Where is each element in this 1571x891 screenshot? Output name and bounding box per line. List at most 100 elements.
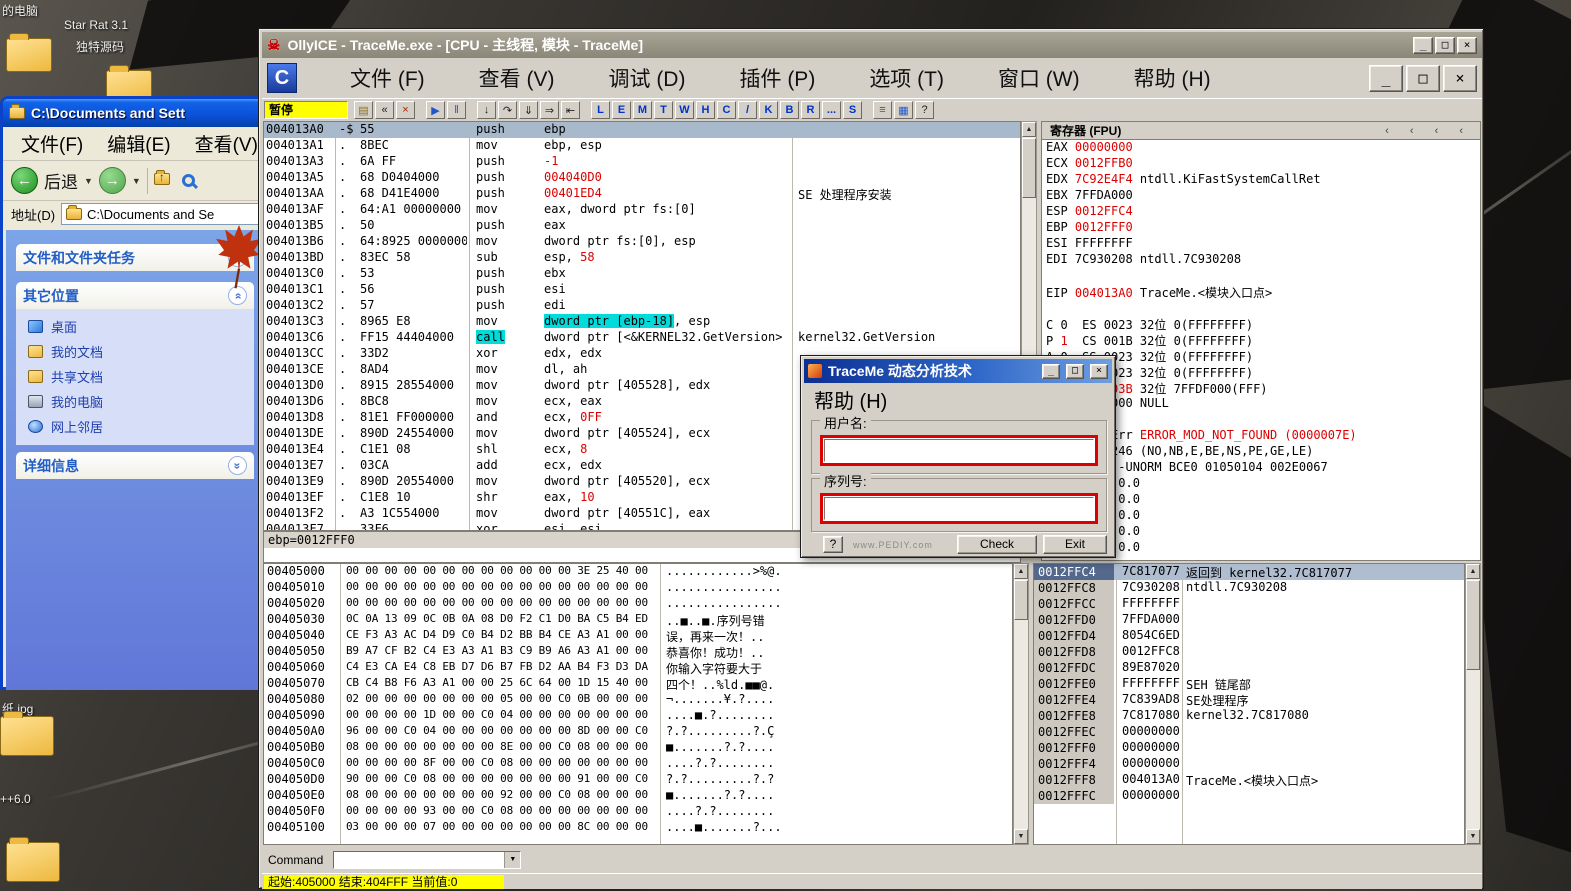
stack-scrollbar[interactable]: ▲ ▼ [1465, 563, 1481, 845]
disasm-row[interactable]: 004013A0 -$ 55 push ebp [264, 122, 1020, 138]
explorer-place-item[interactable]: 桌面 [28, 314, 254, 339]
toolbar-letter-button[interactable]: K [759, 101, 778, 119]
disasm-row[interactable]: 004013AA. 68 D41E4000 push 00401ED4 SE 处理程序安… [264, 186, 1020, 202]
disasm-row[interactable]: 004013A3. 6A FF push -1 [264, 154, 1020, 170]
trace-into-icon[interactable]: ⇓ [519, 101, 538, 119]
toolbar-letter-button[interactable]: T [654, 101, 673, 119]
desktop-icon-label[interactable]: 的电脑 [2, 2, 38, 19]
disasm-row[interactable]: 004013B6. 64:8925 00000000 mov dword ptr fs… [264, 234, 1020, 250]
stack-row[interactable]: 0012FFD4 8054C6ED [1034, 628, 1464, 644]
minimize-button[interactable]: _ [1413, 36, 1433, 54]
pane-chevrons-icon[interactable]: ‹ ‹ ‹ ‹ [1385, 125, 1472, 137]
stack-row[interactable]: 0012FFE4 7C839AD8 SE处理程序 [1034, 692, 1464, 708]
explorer-place-item[interactable]: 我的文档 [28, 339, 254, 364]
child-close-button[interactable]: × [1443, 64, 1477, 92]
help-menu-item[interactable]: 帮助 (H) [814, 385, 887, 414]
stack-row[interactable]: 0012FFF4 00000000 [1034, 756, 1464, 772]
stack-row[interactable]: 0012FFD0 7FFDA000 [1034, 612, 1464, 628]
toolbar-letter-button[interactable]: S [843, 101, 862, 119]
panels-icon[interactable]: ≡ [873, 101, 892, 119]
step-over-icon[interactable]: ↷ [498, 101, 517, 119]
dump-row[interactable]: 00405070 CB C4 B8 F6 A3 A1 00 00 25 6C 64… [264, 676, 1012, 692]
ollyice-titlebar[interactable]: ☠ OllyICE - TraceMe.exe - [CPU - 主线程, 模块… [262, 32, 1482, 58]
close-button[interactable]: × [1457, 36, 1477, 54]
open-file-icon[interactable]: ▤ [354, 101, 373, 119]
dump-row[interactable]: 00405000 00 00 00 00 00 00 00 00 00 00 00… [264, 564, 1012, 580]
search-icon[interactable] [181, 174, 195, 187]
toolbar-letter-button[interactable]: L [591, 101, 610, 119]
disasm-row[interactable]: 004013AF. 64:A1 00000000 mov eax, dword ptr… [264, 202, 1020, 218]
disasm-row[interactable]: 004013C3. 8965 E8 mov dword ptr [ebp-18], e… [264, 314, 1020, 330]
dump-row[interactable]: 004050C0 00 00 00 00 8F 00 00 C0 08 00 00… [264, 756, 1012, 772]
traceme-titlebar[interactable]: TraceMe 动态分析技术 _ □ × [804, 359, 1112, 383]
stack-row[interactable]: 0012FFDC 89E87020 [1034, 660, 1464, 676]
toolbar-letter-button[interactable]: W [675, 101, 694, 119]
stack-row[interactable]: 0012FFF8 004013A0 TraceMe.<模块入口点> [1034, 772, 1464, 788]
dump-scrollbar[interactable]: ▲ ▼ [1013, 563, 1029, 845]
toolbar-letter-button[interactable]: E [612, 101, 631, 119]
dump-row[interactable]: 00405020 00 00 00 00 00 00 00 00 00 00 00… [264, 596, 1012, 612]
desktop-icon-label[interactable]: 独特源码 [76, 38, 124, 55]
help-icon[interactable]: ? [915, 101, 934, 119]
chevron-down-icon[interactable]: » [228, 456, 247, 475]
trace-over-icon[interactable]: ⇒ [540, 101, 559, 119]
toolbar-letter-button[interactable]: ... [822, 101, 841, 119]
dump-row[interactable]: 00405050 B9 A7 CF B2 C4 E3 A3 A1 B3 C9 B9… [264, 644, 1012, 660]
toolbar-letter-button[interactable]: R [801, 101, 820, 119]
desktop-icon-label[interactable]: ++6.0 [0, 792, 31, 806]
dump-row[interactable]: 00405010 00 00 00 00 00 00 00 00 00 00 00… [264, 580, 1012, 596]
stack-row[interactable]: 0012FFFC 00000000 [1034, 788, 1464, 804]
until-return-icon[interactable]: ⇤ [561, 101, 580, 119]
dump-row[interactable]: 00405090 00 00 00 00 1D 00 00 C0 04 00 00… [264, 708, 1012, 724]
scroll-down-icon[interactable]: ▼ [1466, 829, 1480, 844]
toolbar-letter-button[interactable]: B [780, 101, 799, 119]
back-icon[interactable]: ← [11, 167, 38, 194]
dump-row[interactable]: 00405040 CE F3 A3 AC D4 D9 C0 B4 D2 BB B4… [264, 628, 1012, 644]
back-dropdown-icon[interactable]: ▼ [84, 176, 93, 186]
restore-button[interactable]: □ [1435, 36, 1455, 54]
back-label[interactable]: 后退 [44, 168, 78, 193]
stack-row[interactable]: 0012FFE0 FFFFFFFF SEH 链尾部 [1034, 676, 1464, 692]
stack-pane[interactable]: 0012FFC4 7C817077 返回到 kernel32.7C817077 001… [1033, 563, 1465, 845]
child-restore-button[interactable]: □ [1406, 64, 1440, 92]
forward-icon[interactable]: → [98, 167, 126, 194]
dump-row[interactable]: 00405060 C4 E3 CA E4 C8 EB D7 D6 B7 FB D2… [264, 660, 1012, 676]
check-button[interactable]: Check [957, 535, 1037, 554]
scroll-thumb[interactable] [1014, 580, 1028, 620]
folder-icon[interactable] [0, 711, 54, 756]
scroll-up-icon[interactable]: ▲ [1022, 122, 1036, 137]
scroll-thumb[interactable] [1466, 580, 1480, 670]
child-minimize-button[interactable]: _ [1369, 64, 1403, 92]
dump-row[interactable]: 004050D0 90 00 00 C0 08 00 00 00 00 00 00… [264, 772, 1012, 788]
olly-menu-item[interactable]: 调试 (D) [581, 63, 712, 93]
stack-row[interactable]: 0012FFF0 00000000 [1034, 740, 1464, 756]
dump-pane[interactable]: 00405000 00 00 00 00 00 00 00 00 00 00 00… [263, 563, 1013, 845]
stack-row[interactable]: 0012FFE8 7C817080 kernel32.7C817080 [1034, 708, 1464, 724]
scroll-down-icon[interactable]: ▼ [1014, 829, 1028, 844]
dump-row[interactable]: 00405030 0C 0A 13 09 0C 0B 0A 08 D0 F2 C1… [264, 612, 1012, 628]
disasm-row[interactable]: 004013C6. FF15 44404000 call dword ptr [<&K… [264, 330, 1020, 346]
stack-row[interactable]: 0012FFC4 7C817077 返回到 kernel32.7C817077 [1034, 564, 1464, 580]
scroll-up-icon[interactable]: ▲ [1014, 564, 1028, 579]
dump-row[interactable]: 00405100 03 00 00 00 07 00 00 00 00 00 00… [264, 820, 1012, 836]
dialog-help-button[interactable]: ? [823, 536, 843, 553]
folder-icon[interactable] [6, 837, 60, 882]
olly-menu-item[interactable]: 窗口 (W) [971, 63, 1107, 93]
grid-icon[interactable]: ▦ [894, 101, 913, 119]
stack-row[interactable]: 0012FFC8 7C930208 ntdll.7C930208 [1034, 580, 1464, 596]
close-button[interactable]: × [1090, 363, 1108, 379]
explorer-place-item[interactable]: 我的电脑 [28, 389, 254, 414]
combo-dropdown-icon[interactable]: ▼ [504, 852, 521, 868]
pause-icon[interactable]: ‖ [447, 101, 466, 119]
dump-row[interactable]: 004050F0 00 00 00 00 93 00 00 C0 08 00 00… [264, 804, 1012, 820]
step-into-icon[interactable]: ↓ [477, 101, 496, 119]
exit-button[interactable]: Exit [1043, 535, 1107, 554]
olly-menu-item[interactable]: 选项 (T) [842, 63, 971, 93]
sidebar-panel-details[interactable]: 详细信息 » [16, 452, 254, 479]
cpu-window-icon[interactable]: C [267, 63, 297, 93]
toolbar-letter-button[interactable]: / [738, 101, 757, 119]
scroll-thumb[interactable] [1022, 138, 1036, 198]
explorer-place-item[interactable]: 共享文档 [28, 364, 254, 389]
command-input[interactable] [334, 852, 505, 868]
serial-input[interactable] [824, 497, 1094, 520]
